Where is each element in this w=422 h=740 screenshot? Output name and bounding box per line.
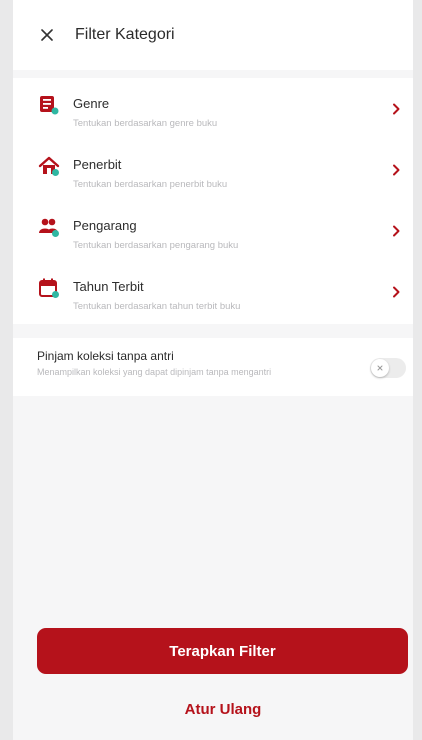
chevron-right-icon [393, 103, 400, 115]
close-button[interactable] [39, 27, 55, 43]
chevron-right-icon [393, 225, 400, 237]
page-title: Filter Kategori [75, 26, 175, 43]
category-label: Genre [73, 96, 110, 111]
chevron-right-icon [393, 286, 400, 298]
category-label: Pengarang [73, 218, 137, 233]
close-icon [377, 365, 383, 371]
house-icon [38, 156, 60, 176]
category-description: Tentukan berdasarkan pengarang buku [73, 240, 239, 251]
close-icon [41, 29, 53, 41]
category-label: Penerbit [73, 157, 122, 172]
calendar-icon [39, 278, 59, 298]
category-list: Genre Tentukan berdasarkan genre buku Pe… [13, 78, 413, 324]
reset-button[interactable]: Atur Ulang [13, 697, 422, 721]
borrow-without-queue-toggle[interactable] [370, 358, 406, 378]
category-item-tahun-terbit[interactable]: Tahun Terbit Tentukan berdasarkan tahun … [13, 261, 413, 322]
apply-filter-button[interactable]: Terapkan Filter [37, 628, 408, 674]
people-icon [39, 218, 59, 237]
header: Filter Kategori [13, 0, 413, 70]
toggle-subtitle: Menampilkan koleksi yang dapat dipinjam … [37, 367, 272, 377]
toggle-knob [371, 359, 389, 377]
category-item-genre[interactable]: Genre Tentukan berdasarkan genre buku [13, 78, 413, 139]
category-item-penerbit[interactable]: Penerbit Tentukan berdasarkan penerbit b… [13, 139, 413, 200]
category-description: Tentukan berdasarkan tahun terbit buku [73, 301, 241, 312]
borrow-without-queue-row: Pinjam koleksi tanpa antri Menampilkan k… [13, 338, 413, 396]
book-icon [40, 96, 59, 115]
filter-sheet: Filter Kategori Genre Tentukan berdasark… [13, 0, 413, 740]
chevron-right-icon [393, 164, 400, 176]
category-label: Tahun Terbit [73, 279, 144, 294]
category-description: Tentukan berdasarkan penerbit buku [73, 179, 228, 190]
category-item-pengarang[interactable]: Pengarang Tentukan berdasarkan pengarang… [13, 200, 413, 261]
category-description: Tentukan berdasarkan genre buku [73, 118, 218, 129]
toggle-title: Pinjam koleksi tanpa antri [37, 349, 174, 363]
